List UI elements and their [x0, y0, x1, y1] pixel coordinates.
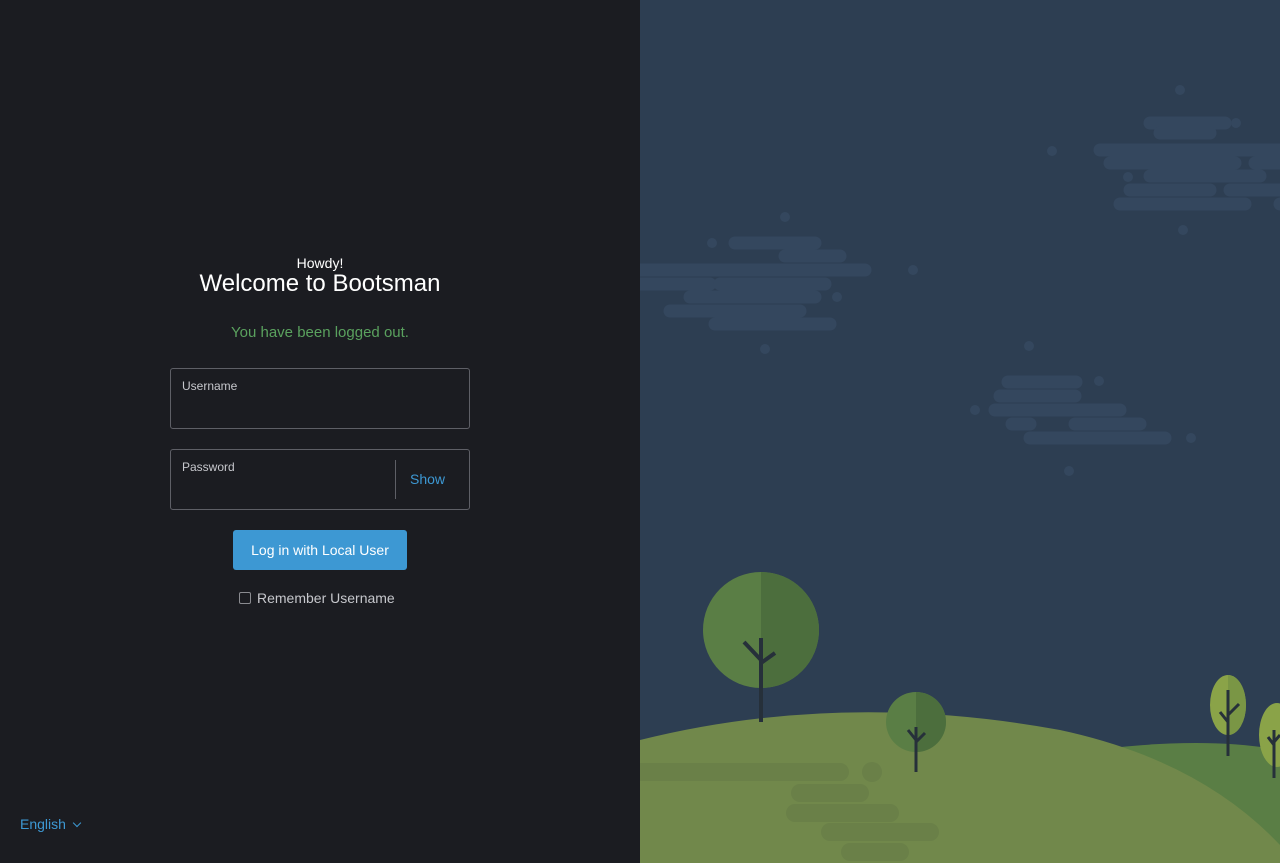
- landscape-illustration: [640, 85, 1280, 863]
- greeting-text: Howdy!: [296, 255, 344, 271]
- remember-username-checkbox[interactable]: [239, 592, 251, 604]
- language-selector[interactable]: English: [20, 816, 82, 832]
- chevron-down-icon: [72, 818, 82, 827]
- password-divider: [395, 460, 396, 499]
- login-panel: Howdy! Welcome to Bootsman You have been…: [0, 0, 640, 863]
- login-page: Howdy! Welcome to Bootsman You have been…: [0, 0, 1280, 863]
- cloud-illustration-top-right: [1047, 85, 1280, 235]
- cloud-illustration-left: [640, 212, 918, 354]
- password-input[interactable]: [181, 480, 386, 502]
- landscape-panel: [640, 0, 1280, 863]
- hill-front: [640, 712, 1280, 863]
- password-field[interactable]: Password Show: [170, 449, 470, 510]
- cloud-illustration-middle: [970, 341, 1196, 476]
- page-title: Welcome to Bootsman: [199, 270, 441, 297]
- logout-status-message: You have been logged out.: [231, 324, 409, 341]
- username-input[interactable]: [181, 399, 451, 421]
- login-local-user-button[interactable]: Log in with Local User: [233, 530, 407, 570]
- language-selected: English: [20, 816, 66, 832]
- username-label: Username: [182, 379, 238, 393]
- tree-large-illustration: [703, 572, 819, 722]
- password-label: Password: [182, 460, 235, 474]
- username-field[interactable]: Username: [170, 368, 470, 429]
- remember-username[interactable]: Remember Username: [239, 590, 395, 606]
- remember-username-label: Remember Username: [257, 590, 395, 606]
- show-password-toggle[interactable]: Show: [410, 471, 445, 487]
